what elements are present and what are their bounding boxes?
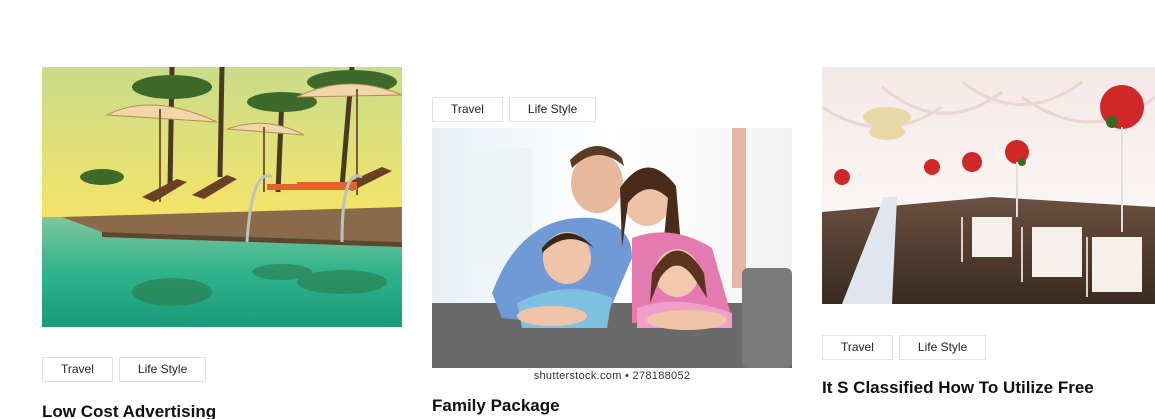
tag-life-style[interactable]: Life Style — [118, 357, 207, 382]
post-tags: Travel Life Style — [42, 357, 402, 382]
post-tags: Travel Life Style — [432, 97, 792, 122]
post-card: Travel Life Style Low Cost Advertising — [42, 67, 402, 419]
tag-travel[interactable]: Travel — [432, 97, 503, 122]
post-thumbnail-link[interactable] — [432, 128, 792, 368]
family-photo-image — [432, 128, 792, 368]
tag-travel[interactable]: Travel — [42, 357, 113, 382]
tag-life-style[interactable]: Life Style — [508, 97, 597, 122]
post-card: Travel Life Style shutterstock.com • 278… — [432, 97, 792, 416]
post-thumbnail-link[interactable] — [822, 67, 1155, 304]
post-title[interactable]: It S Classified How To Utilize Free — [822, 378, 1155, 398]
banquet-hall-image — [822, 67, 1155, 304]
post-card: Travel Life Style It S Classified How To… — [822, 67, 1155, 398]
tag-life-style[interactable]: Life Style — [898, 335, 987, 360]
post-title[interactable]: Low Cost Advertising — [42, 402, 402, 419]
post-title[interactable]: Family Package — [432, 396, 792, 416]
post-thumbnail-link[interactable] — [42, 67, 402, 327]
image-credit: shutterstock.com • 278188052 — [533, 370, 691, 382]
tag-travel[interactable]: Travel — [822, 335, 893, 360]
resort-pool-image — [42, 67, 402, 327]
post-tags: Travel Life Style — [822, 335, 1155, 360]
blog-post-grid: Travel Life Style Low Cost Advertising T… — [0, 0, 1155, 419]
